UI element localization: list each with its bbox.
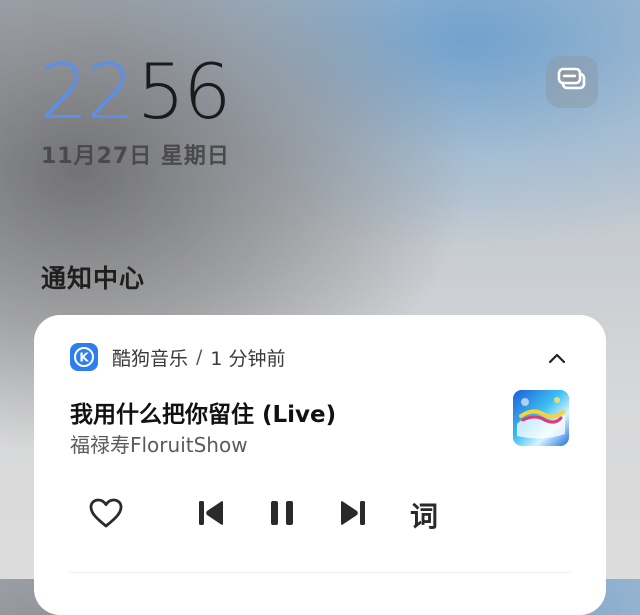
notification-manage-icon [557, 67, 587, 97]
album-cover[interactable] [513, 390, 569, 446]
kugou-k-icon: K [70, 343, 98, 371]
lyrics-button[interactable]: 词 [402, 493, 446, 537]
heart-icon [88, 497, 124, 533]
pause-icon [267, 498, 297, 532]
like-button[interactable] [84, 493, 128, 537]
notification-time: 1 分钟前 [210, 347, 286, 370]
collapse-button[interactable] [544, 345, 570, 371]
notification-center-title: 通知中心 [41, 264, 146, 293]
card-divider [70, 572, 570, 573]
song-title: 我用什么把你留住 (Live) [70, 402, 337, 428]
playback-controls: 词 [84, 493, 438, 537]
app-icon-letter: K [79, 351, 89, 365]
lock-clock: 22 56 [40, 47, 232, 136]
skip-previous-icon [196, 498, 226, 532]
skip-next-icon [338, 498, 368, 532]
previous-button[interactable] [189, 493, 233, 537]
notification-header: K 酷狗音乐 / 1 分钟前 [70, 342, 286, 372]
artist-name: 福禄寿FloruitShow [70, 433, 248, 457]
lock-date: 11月27日 星期日 [41, 144, 230, 169]
header-separator: / [196, 346, 203, 368]
next-button[interactable] [331, 493, 375, 537]
pause-button[interactable] [260, 493, 304, 537]
clock-hour: 22 [40, 47, 135, 136]
app-name: 酷狗音乐 [112, 347, 189, 370]
chevron-up-icon [548, 349, 566, 368]
music-notification-card[interactable]: K 酷狗音乐 / 1 分钟前 我用什么把你留住 (Live) 福禄寿Florui… [34, 315, 606, 615]
clock-minute: 56 [136, 47, 232, 136]
notification-manage-button[interactable] [546, 56, 598, 108]
